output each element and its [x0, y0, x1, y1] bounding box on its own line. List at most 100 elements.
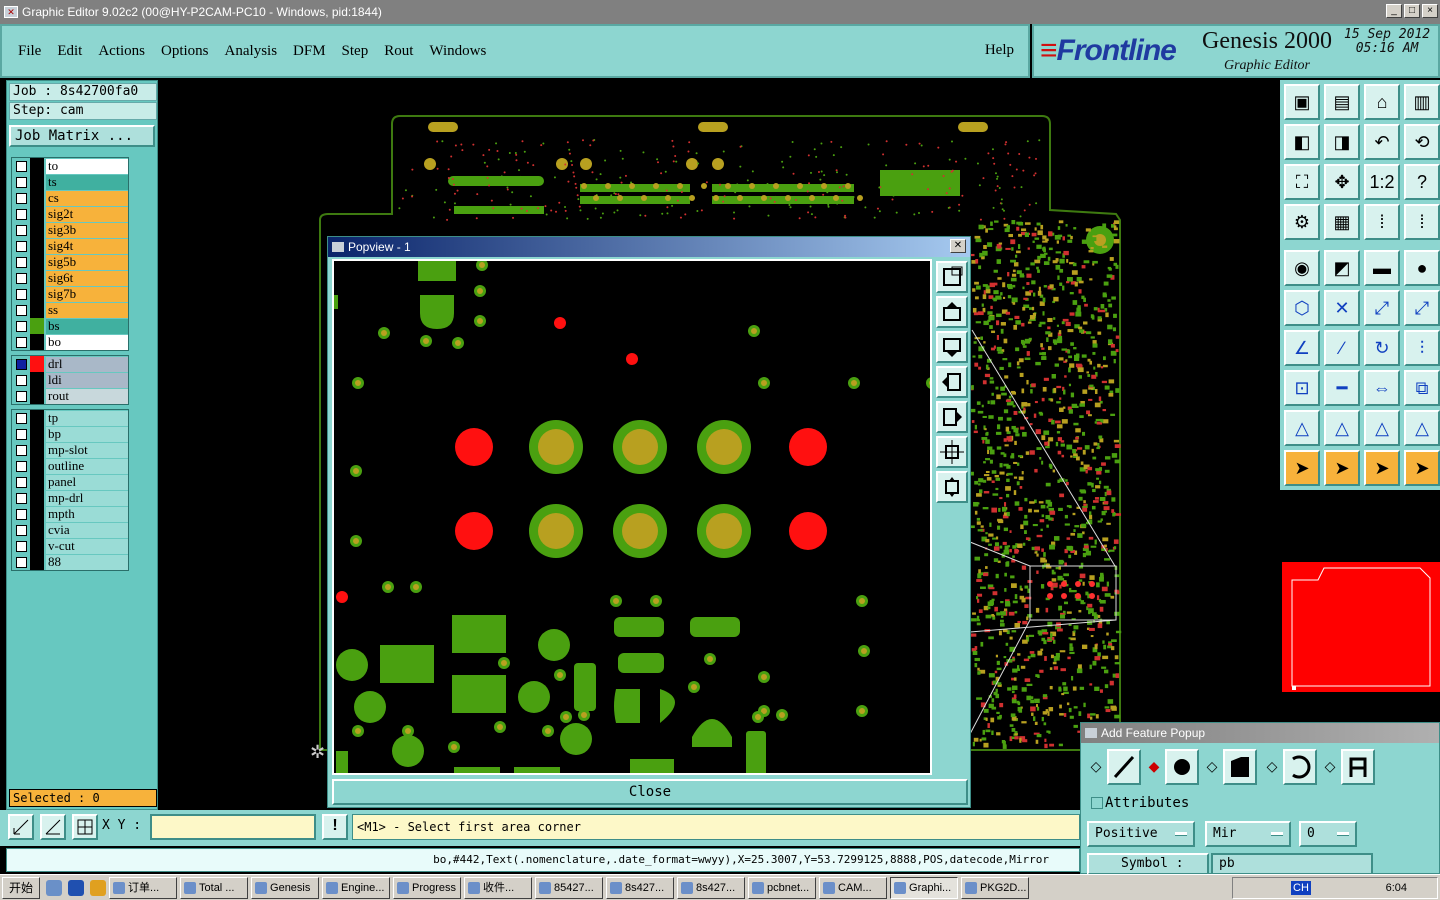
layer-color-swatch[interactable]	[30, 254, 44, 270]
layer-row-bs[interactable]: bs	[12, 318, 128, 334]
menu-rout[interactable]: Rout	[384, 43, 413, 60]
layer-color-swatch[interactable]	[30, 270, 44, 286]
layer-checkbox[interactable]	[16, 540, 27, 552]
menu-actions[interactable]: Actions	[98, 43, 145, 60]
pan-right-button[interactable]: ◨	[1324, 124, 1360, 160]
split-view-button[interactable]: ▥	[1404, 84, 1440, 120]
snap-point-button[interactable]: ⊡	[1284, 370, 1320, 406]
layer-row-sig3b[interactable]: sig3b	[12, 222, 128, 238]
layer-color-swatch[interactable]	[30, 302, 44, 318]
layer-checkbox[interactable]	[16, 444, 27, 456]
taskbar-item[interactable]: Graphi...	[890, 876, 959, 899]
layer-row-panel[interactable]: panel	[12, 474, 128, 490]
taskbar-item[interactable]: Total ...	[180, 876, 249, 899]
layer-name[interactable]: v-cut	[46, 538, 128, 554]
layer-name[interactable]: sig7b	[46, 286, 128, 302]
popview-zoom-out-button[interactable]	[936, 471, 968, 503]
layer-checkbox[interactable]	[16, 556, 27, 568]
popview-zoom-in-button[interactable]	[936, 436, 968, 468]
menu-windows[interactable]: Windows	[429, 43, 486, 60]
layer-color-swatch[interactable]	[30, 442, 44, 458]
layer-checkbox[interactable]	[16, 160, 27, 172]
line-red-button[interactable]: ∠	[1284, 330, 1320, 366]
layer-row-mp-drl[interactable]: mp-drl	[12, 490, 128, 506]
home-button[interactable]: ⌂	[1364, 84, 1400, 120]
add-pad-button[interactable]	[1165, 749, 1199, 785]
layer-color-swatch[interactable]	[30, 410, 44, 426]
layer-color-swatch[interactable]	[30, 554, 44, 570]
menu-dfm[interactable]: DFM	[293, 43, 326, 60]
layer-checkbox[interactable]	[16, 374, 27, 386]
layer-color-swatch[interactable]	[30, 206, 44, 222]
layer-name[interactable]: bs	[46, 318, 128, 334]
zoom-page-button[interactable]: ▤	[1324, 84, 1360, 120]
rotate-button[interactable]: ↻	[1364, 330, 1400, 366]
layer-checkbox[interactable]	[16, 272, 27, 284]
layer-name[interactable]: sig5b	[46, 254, 128, 270]
layer-name[interactable]: to	[46, 158, 128, 174]
layer-row-ss[interactable]: ss	[12, 302, 128, 318]
layer-name[interactable]: drl	[46, 356, 128, 372]
layer-color-swatch[interactable]	[30, 158, 44, 174]
redo-view-button[interactable]: ⟲	[1404, 124, 1440, 160]
popview-close-button[interactable]: Close	[332, 779, 968, 805]
layer-color-swatch[interactable]	[30, 334, 44, 350]
popview-canvas[interactable]	[332, 259, 932, 775]
pad-tool-button[interactable]: ●	[1404, 250, 1440, 286]
taskbar-item[interactable]: pcbnet...	[748, 876, 817, 899]
popview-close-icon[interactable]: ✕	[950, 239, 966, 253]
layer-colors-button[interactable]: ⁞	[1364, 204, 1400, 240]
input-language[interactable]: CH	[1291, 881, 1311, 895]
layer-row-drl[interactable]: drl	[12, 356, 128, 372]
layer-row-sig5b[interactable]: sig5b	[12, 254, 128, 270]
xy-input[interactable]	[150, 814, 316, 840]
popview-pan-up-button[interactable]	[936, 296, 968, 328]
layer-checkbox[interactable]	[16, 390, 27, 402]
taskbar-item[interactable]: CAM...	[819, 876, 888, 899]
layer-row-mp-slot[interactable]: mp-slot	[12, 442, 128, 458]
layer-name[interactable]: sig6t	[46, 270, 128, 286]
net-connect-button[interactable]: ⬡	[1284, 290, 1320, 326]
taskbar-item[interactable]: Engine...	[322, 876, 391, 899]
layer-row-ldi[interactable]: ldi	[12, 372, 128, 388]
layer-name[interactable]: sig2t	[46, 206, 128, 222]
color-fill-button[interactable]: ◩	[1324, 250, 1360, 286]
layer-checkbox[interactable]	[16, 336, 27, 348]
mirror-select[interactable]: Mir	[1205, 821, 1291, 847]
layer-checkbox[interactable]	[16, 240, 27, 252]
close-button[interactable]: ×	[1422, 4, 1438, 18]
layer-name[interactable]: bp	[46, 426, 128, 442]
layer-row-to[interactable]: to	[12, 158, 128, 174]
layer-color-swatch[interactable]	[30, 286, 44, 302]
symbol-button[interactable]: Symbol :	[1087, 853, 1209, 875]
angle-b-button[interactable]: △	[1324, 410, 1360, 446]
board-overview[interactable]	[1280, 490, 1440, 720]
layer-name[interactable]: mp-slot	[46, 442, 128, 458]
taskbar-item[interactable]: Genesis	[251, 876, 320, 899]
layer-color-swatch[interactable]	[30, 474, 44, 490]
undo-view-button[interactable]: ↶	[1364, 124, 1400, 160]
layer-color-swatch[interactable]	[30, 372, 44, 388]
layer-row-mpth[interactable]: mpth	[12, 506, 128, 522]
layer-row-88[interactable]: 88	[12, 554, 128, 570]
add-text-button[interactable]	[1341, 749, 1375, 785]
delete-x-button[interactable]: ✕	[1324, 290, 1360, 326]
route-a-button[interactable]: ⤢	[1364, 290, 1400, 326]
ie-icon[interactable]	[68, 879, 85, 896]
select-rotate-button[interactable]: ➤	[1364, 450, 1400, 486]
taskbar-item[interactable]: Progress	[393, 876, 462, 899]
layer-checkbox[interactable]	[16, 176, 27, 188]
layer-color-swatch[interactable]	[30, 538, 44, 554]
dim-tool-button[interactable]: ⇔	[1364, 370, 1400, 406]
add-arc-button[interactable]	[1283, 749, 1317, 785]
select-arrow-button[interactable]: ➤	[1284, 450, 1320, 486]
select-box-button[interactable]: ➤	[1324, 450, 1360, 486]
attributes-checkbox[interactable]	[1091, 797, 1103, 809]
layer-row-sig7b[interactable]: sig7b	[12, 286, 128, 302]
angle-a-button[interactable]: △	[1284, 410, 1320, 446]
layer-checkbox[interactable]	[16, 492, 27, 504]
menu-help[interactable]: Help	[985, 42, 1014, 59]
layer-row-ts[interactable]: ts	[12, 174, 128, 190]
layer-checkbox[interactable]	[16, 476, 27, 488]
menu-step[interactable]: Step	[342, 43, 369, 60]
